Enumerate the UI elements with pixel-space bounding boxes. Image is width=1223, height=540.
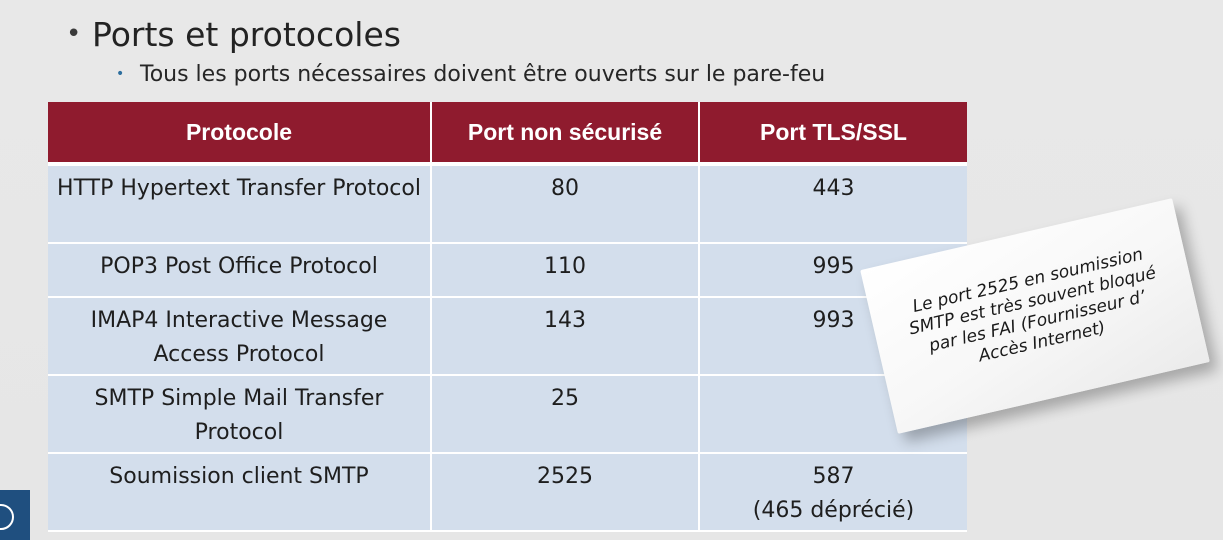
protocol-cell: POP3 Post Office Protocol	[48, 243, 432, 298]
port-tls-value: 587	[812, 464, 855, 489]
ports-table: Protocole Port non sécurisé Port TLS/SSL…	[48, 102, 967, 532]
corner-logo-icon	[0, 490, 30, 540]
header-port-plain: Port non sécurisé	[431, 102, 700, 166]
slide-heading: Ports et protocoles	[92, 15, 401, 54]
port-plain-cell: 110	[431, 243, 700, 298]
port-plain-cell: 80	[431, 164, 700, 244]
header-port-tls: Port TLS/SSL	[699, 102, 967, 166]
port-tls-cell: 443	[699, 164, 967, 244]
port-tls-note: (465 déprécié)	[752, 498, 915, 523]
table-header-row: Protocole Port non sécurisé Port TLS/SSL	[48, 102, 967, 166]
table-row: SMTP Simple Mail Transfer Protocol 25	[48, 375, 967, 454]
port-plain-cell: 143	[431, 297, 700, 376]
table-row: Soumission client SMTP 2525 587 (465 dép…	[48, 453, 967, 532]
sticky-note-text: Le port 2525 en soumission SMTP est très…	[907, 244, 1158, 367]
logo-ring-icon	[0, 504, 14, 530]
bullet-dot-icon: •	[116, 66, 125, 82]
protocol-cell: Soumission client SMTP	[48, 453, 432, 532]
port-tls-cell: 587 (465 déprécié)	[699, 453, 967, 532]
protocol-cell: HTTP Hypertext Transfer Protocol	[48, 164, 432, 244]
table-row: IMAP4 Interactive Message Access Protoco…	[48, 297, 967, 376]
table-row: HTTP Hypertext Transfer Protocol 80 443	[48, 164, 967, 244]
bullet-level-1: • Ports et protocoles	[66, 14, 401, 55]
port-plain-cell: 25	[431, 375, 700, 454]
header-protocol: Protocole	[48, 102, 432, 166]
protocol-cell: IMAP4 Interactive Message Access Protoco…	[48, 297, 432, 376]
slide-subheading: Tous les ports nécessaires doivent être …	[140, 62, 826, 87]
bullet-level-2: • Tous les ports nécessaires doivent être…	[116, 59, 825, 90]
port-plain-cell: 2525	[431, 453, 700, 532]
bullet-dot-icon: •	[66, 19, 82, 49]
protocol-cell: SMTP Simple Mail Transfer Protocol	[48, 375, 432, 454]
table-row: POP3 Post Office Protocol 110 995	[48, 243, 967, 298]
